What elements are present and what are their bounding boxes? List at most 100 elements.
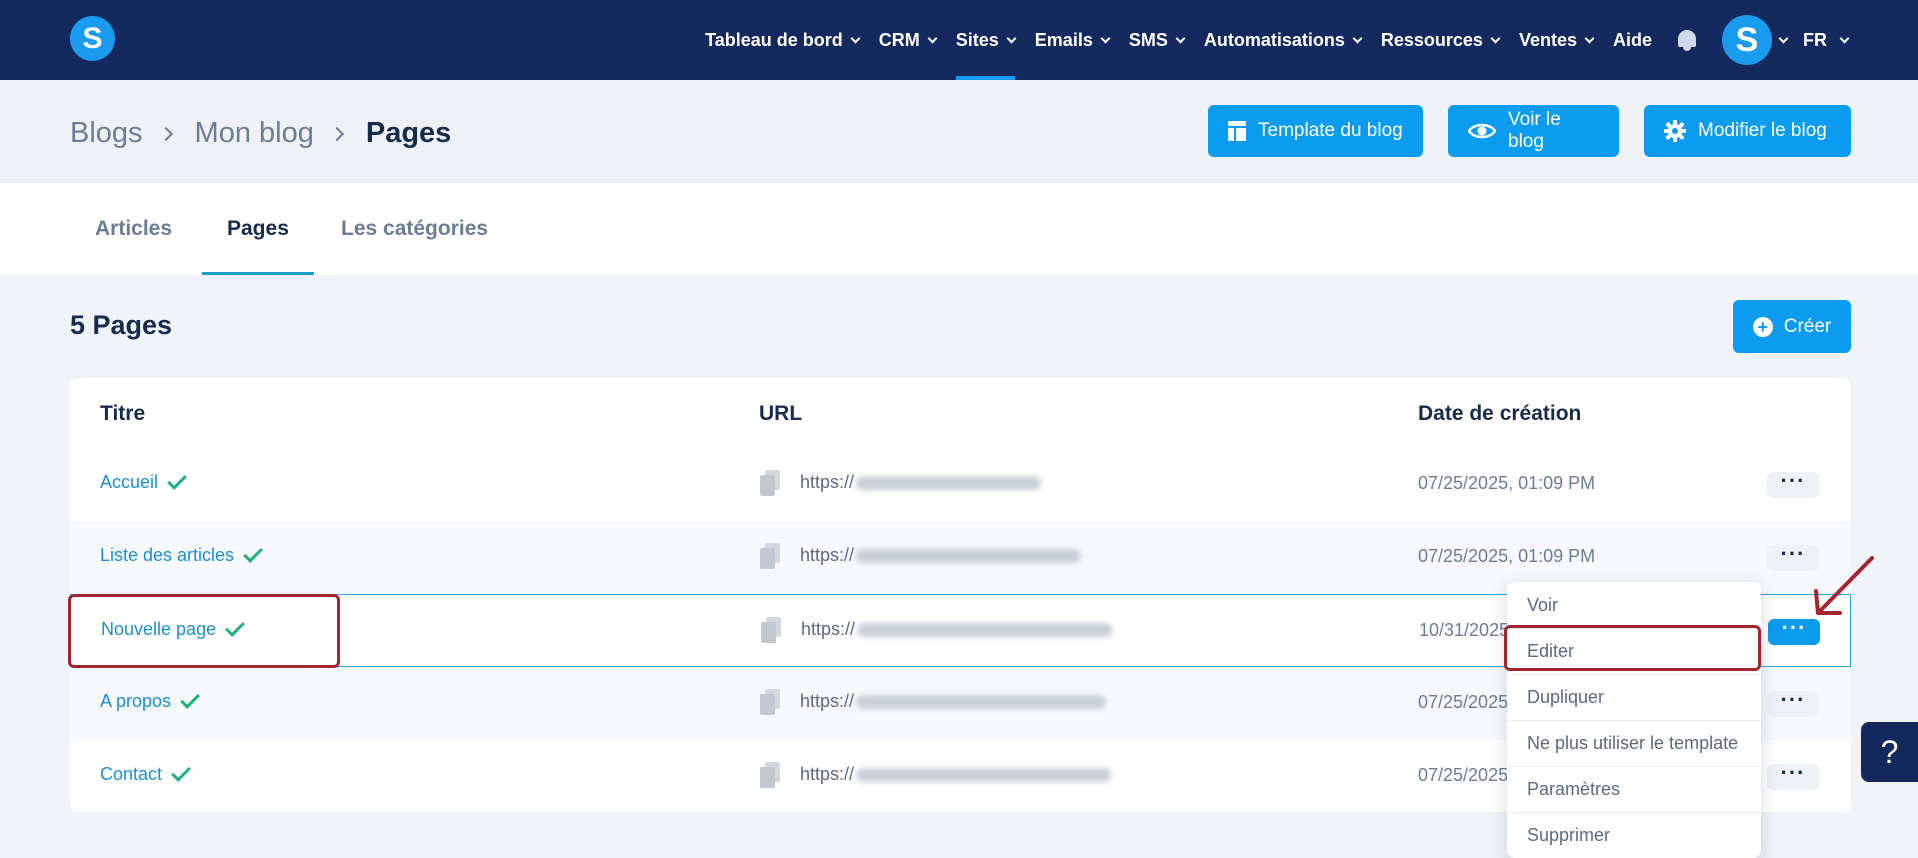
redacted-url bbox=[856, 767, 1112, 782]
voir-le-blog-button[interactable]: Voir le blog bbox=[1448, 105, 1619, 157]
page-title-link[interactable]: A propos bbox=[100, 688, 200, 712]
page-title-link[interactable]: Liste des articles bbox=[100, 542, 263, 566]
url-prefix: https:// bbox=[800, 545, 855, 565]
column-header-title[interactable]: Titre bbox=[100, 402, 145, 426]
check-icon bbox=[180, 688, 200, 709]
nav-label: Aide bbox=[1612, 29, 1652, 50]
redacted-url bbox=[856, 694, 1107, 709]
menu-item-ne-plus-utiliser-template[interactable]: Ne plus utiliser le template bbox=[1507, 720, 1761, 766]
language-selector[interactable]: FR bbox=[1803, 0, 1850, 80]
creation-date: 07/25/2025 bbox=[1418, 692, 1509, 712]
more-dots-icon: ··· bbox=[1780, 468, 1806, 493]
page-url: https:// bbox=[800, 472, 1042, 493]
tab-articles[interactable]: Articles bbox=[95, 183, 172, 275]
tab-categories[interactable]: Les catégories bbox=[341, 183, 488, 275]
row-actions-menu: Voir Editer Dupliquer Ne plus utiliser l… bbox=[1507, 582, 1761, 858]
nav-item-sms[interactable]: SMS bbox=[1129, 0, 1186, 80]
breadcrumb-pages: Pages bbox=[365, 117, 452, 149]
language-label: FR bbox=[1803, 29, 1827, 50]
chevron-right-icon bbox=[329, 126, 344, 141]
gear-icon bbox=[1664, 120, 1686, 142]
user-avatar[interactable]: S bbox=[1722, 15, 1772, 65]
row-actions-button[interactable]: ··· bbox=[1768, 615, 1820, 645]
nav-label: Emails bbox=[1034, 29, 1093, 50]
page-title-link[interactable]: Contact bbox=[100, 761, 191, 785]
button-label: Voir le blog bbox=[1508, 109, 1561, 152]
chevron-down-icon bbox=[1352, 33, 1363, 43]
page-url: https:// bbox=[800, 545, 1082, 566]
menu-item-supprimer[interactable]: Supprimer bbox=[1507, 812, 1761, 858]
breadcrumb-mon-blog[interactable]: Mon blog bbox=[195, 117, 314, 150]
nav-item-aide[interactable]: Aide bbox=[1613, 0, 1652, 80]
app-logo[interactable]: S bbox=[70, 16, 115, 61]
nav-item-tableau-de-bord[interactable]: Tableau de bord bbox=[705, 0, 861, 80]
page-title-text: Contact bbox=[100, 764, 163, 784]
redacted-url bbox=[856, 475, 1042, 490]
main-nav: Tableau de bord CRM Sites Emails SMS Aut… bbox=[705, 0, 1918, 80]
page-url: https:// bbox=[800, 764, 1112, 785]
chevron-down-icon bbox=[1490, 33, 1501, 43]
copy-icon[interactable] bbox=[761, 617, 781, 643]
tab-pages[interactable]: Pages bbox=[202, 183, 314, 275]
check-icon bbox=[243, 542, 263, 563]
page-title-text: Accueil bbox=[100, 472, 159, 492]
page-title-text: A propos bbox=[100, 691, 172, 711]
row-actions-button[interactable]: ··· bbox=[1767, 762, 1819, 790]
creation-date: 07/25/2025 bbox=[1418, 765, 1509, 785]
menu-item-voir[interactable]: Voir bbox=[1507, 582, 1761, 628]
menu-item-dupliquer[interactable]: Dupliquer bbox=[1507, 674, 1761, 720]
chevron-right-icon bbox=[158, 126, 173, 141]
breadcrumb: Blogs Mon blog Pages bbox=[70, 117, 451, 150]
table-row: Accueil https:// 07/25/2025, 01:09 PM ··… bbox=[70, 448, 1851, 521]
copy-icon[interactable] bbox=[760, 762, 780, 788]
chevron-down-icon bbox=[1584, 33, 1595, 43]
button-label: Modifier le blog bbox=[1698, 120, 1827, 141]
nav-label: Automatisations bbox=[1203, 29, 1345, 50]
nav-item-sites[interactable]: Sites bbox=[955, 0, 1017, 80]
notifications-bell-icon[interactable] bbox=[1676, 28, 1698, 52]
redacted-url bbox=[857, 622, 1113, 637]
button-label: Template du blog bbox=[1258, 120, 1403, 141]
nav-label: Ressources bbox=[1380, 29, 1483, 50]
chevron-down-icon bbox=[1778, 33, 1789, 43]
more-dots-icon: ··· bbox=[1780, 687, 1806, 712]
copy-icon[interactable] bbox=[760, 543, 780, 569]
copy-icon[interactable] bbox=[760, 689, 780, 715]
plus-circle-icon: + bbox=[1752, 316, 1773, 337]
check-icon bbox=[167, 469, 187, 490]
column-header-date[interactable]: Date de création bbox=[1418, 402, 1581, 426]
help-button[interactable]: ? bbox=[1861, 722, 1918, 782]
create-button[interactable]: + Créer bbox=[1733, 300, 1851, 353]
row-actions-button[interactable]: ··· bbox=[1767, 468, 1819, 498]
nav-item-automatisations[interactable]: Automatisations bbox=[1203, 0, 1363, 80]
more-dots-icon: ··· bbox=[1781, 615, 1807, 640]
column-header-url[interactable]: URL bbox=[759, 402, 802, 426]
page-url: https:// bbox=[800, 691, 1107, 712]
nav-item-ressources[interactable]: Ressources bbox=[1380, 0, 1501, 80]
modifier-le-blog-button[interactable]: Modifier le blog bbox=[1644, 105, 1851, 157]
top-navbar: S Tableau de bord CRM Sites Emails SMS A… bbox=[0, 0, 1918, 80]
nav-label: CRM bbox=[878, 29, 920, 50]
menu-item-parametres[interactable]: Paramètres bbox=[1507, 766, 1761, 812]
avatar-menu-toggle[interactable] bbox=[1778, 0, 1789, 80]
row-actions-button[interactable]: ··· bbox=[1767, 687, 1819, 717]
chevron-down-icon bbox=[1100, 33, 1111, 43]
url-prefix: https:// bbox=[800, 691, 855, 711]
page-title-link[interactable]: Accueil bbox=[100, 469, 187, 493]
url-prefix: https:// bbox=[800, 472, 855, 492]
annotation-arrow-icon bbox=[1814, 556, 1874, 615]
nav-item-emails[interactable]: Emails bbox=[1034, 0, 1111, 80]
copy-icon[interactable] bbox=[760, 470, 780, 496]
breadcrumb-blogs[interactable]: Blogs bbox=[70, 117, 143, 150]
check-icon bbox=[171, 761, 191, 782]
chevron-down-icon bbox=[1175, 33, 1186, 43]
creation-date: 07/25/2025, 01:09 PM bbox=[1418, 546, 1596, 566]
template-du-blog-button[interactable]: Template du blog bbox=[1208, 105, 1423, 157]
nav-item-crm[interactable]: CRM bbox=[878, 0, 938, 80]
page-url: https:// bbox=[801, 619, 1113, 640]
chevron-down-icon bbox=[850, 33, 861, 43]
url-prefix: https:// bbox=[801, 619, 856, 639]
creation-date: 07/25/2025, 01:09 PM bbox=[1418, 473, 1596, 493]
nav-item-ventes[interactable]: Ventes bbox=[1518, 0, 1595, 80]
nav-label: Ventes bbox=[1518, 29, 1577, 50]
